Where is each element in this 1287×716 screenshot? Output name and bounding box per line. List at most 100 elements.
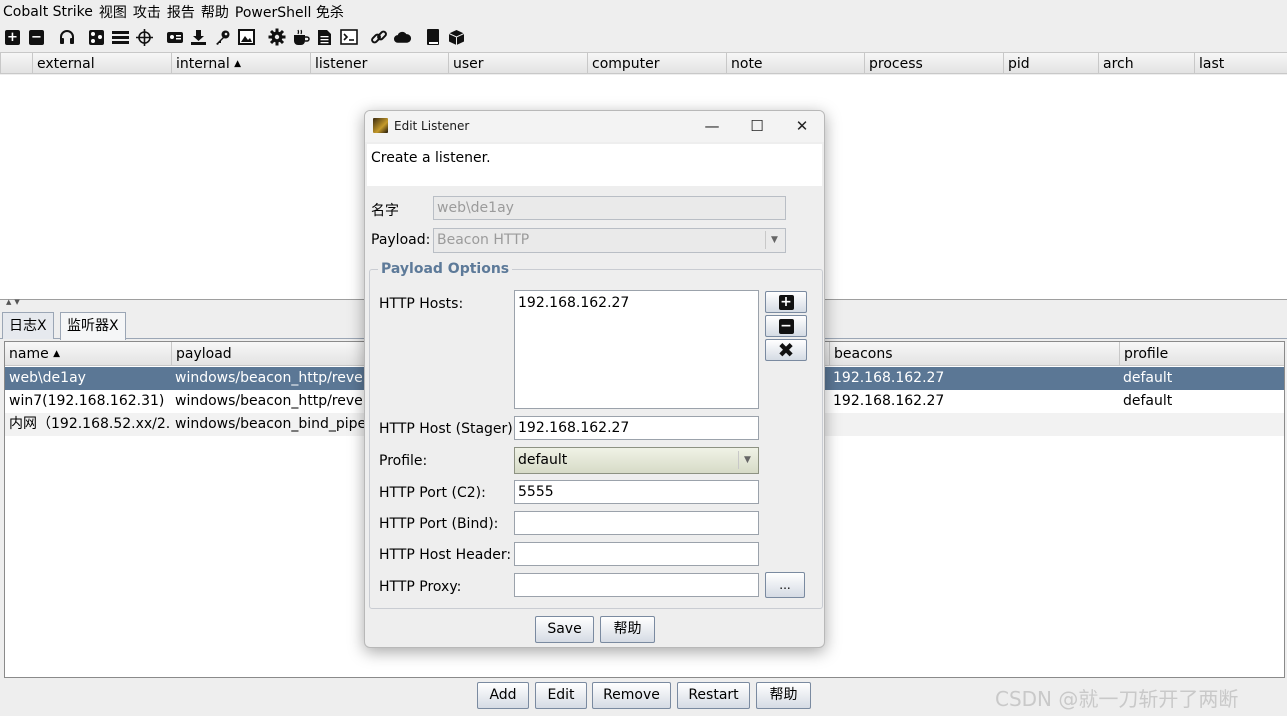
add-button[interactable]: Add [477,682,529,709]
book-icon[interactable] [423,28,442,47]
column-header-user[interactable]: user [448,53,587,74]
payload-options-title: Payload Options [378,261,513,277]
listener-profile: default [1123,370,1173,386]
column-header-listener[interactable]: listener [310,53,448,74]
tab-event-log[interactable]: 日志X [2,312,54,339]
http-proxy-label: HTTP Proxy: [379,579,462,595]
package-icon[interactable] [447,28,466,47]
terminal-icon[interactable] [339,28,358,47]
clear-hosts-button[interactable]: ✖ [765,339,807,361]
coffee-icon[interactable] [291,28,310,47]
screenshot-icon[interactable] [237,28,256,47]
menu-reporting[interactable]: 报告 [167,2,195,22]
document-icon[interactable] [315,28,334,47]
column-header-arch[interactable]: arch [1098,53,1194,74]
http-host-stager-field[interactable]: 192.168.162.27 [514,416,759,440]
http-port-c2-field[interactable]: 5555 [514,480,759,504]
listener-name: web\de1ay [9,370,86,386]
minimize-icon[interactable]: — [697,114,727,138]
close-icon[interactable]: ✕ [787,114,817,138]
targets-crosshair-icon[interactable] [135,28,154,47]
http-port-bind-label: HTTP Port (Bind): [379,516,499,532]
restart-button[interactable]: Restart [677,682,750,709]
profile-select[interactable]: default ▼ [514,447,759,474]
http-hosts-list[interactable]: 192.168.162.27 [514,290,759,409]
dialog-description: Create a listener. [367,144,822,186]
link-icon[interactable] [369,28,388,47]
dialog-titlebar[interactable]: Edit Listener — ☐ ✕ [365,111,824,142]
remove-host-button[interactable]: − [765,315,807,337]
toolbar: + − [0,24,1287,50]
column-header-process[interactable]: process [864,53,1003,74]
payload-select[interactable]: Beacon HTTP ▼ [433,228,786,253]
clear-x-icon: ✖ [777,338,795,362]
dialog-title: Edit Listener [394,119,470,133]
listener-profile [1119,413,1284,436]
profile-select-value: default [518,452,568,468]
column-header-internal-label: internal [176,56,230,72]
proxy-settings-button[interactable]: ... [765,572,805,598]
listener-profile: default [1123,393,1173,409]
name-field[interactable]: web\de1ay [433,196,786,220]
chevron-down-icon: ▼ [738,451,756,469]
column-header-note[interactable]: note [726,53,864,74]
listener-beacons [829,413,1119,436]
edit-button[interactable]: Edit [535,682,587,709]
plus-icon: + [778,294,794,310]
menu-bar: Cobalt Strike 视图 攻击 报告 帮助 PowerShell 免杀 [0,0,1287,23]
column-header-computer[interactable]: computer [587,53,726,74]
cloud-icon[interactable] [393,28,412,47]
listener-beacons: 192.168.162.27 [833,393,945,409]
column-header-internal[interactable]: internal ▲ [171,53,310,74]
payload-select-value: Beacon HTTP [437,232,530,248]
app-icon [373,118,388,133]
column-header-pid[interactable]: pid [1003,53,1098,74]
headphones-icon[interactable] [57,28,76,47]
chevron-down-icon: ▼ [765,231,783,249]
tab-listeners[interactable]: 监听器X [60,312,126,340]
http-host-header-field[interactable] [514,542,759,566]
maximize-icon[interactable]: ☐ [742,114,772,138]
column-header-profile[interactable]: profile [1119,342,1284,366]
session-table-icon[interactable] [111,28,130,47]
add-host-button[interactable]: + [765,291,807,313]
listener-beacons: 192.168.162.27 [833,370,945,386]
http-host-stager-label: HTTP Host (Stager): [379,421,518,437]
column-header-external[interactable]: external [32,53,171,74]
column-header-name-label: name [9,346,49,362]
column-header-name[interactable]: name ▲ [5,342,171,366]
profile-label: Profile: [379,453,428,469]
settings-gear-icon[interactable] [267,28,286,47]
http-hosts-label: HTTP Hosts: [379,296,464,312]
beacon-table-header: external internal ▲ listener user comput… [0,52,1287,74]
http-host-header-label: HTTP Host Header: [379,547,512,563]
remove-button[interactable]: Remove [592,682,671,709]
name-label: 名字 [371,203,399,219]
splitter-arrows-icon[interactable]: ▲▼ [6,298,23,306]
column-header-icon[interactable] [0,53,32,74]
http-proxy-field[interactable] [514,573,759,597]
plus-box-icon[interactable]: + [3,28,22,47]
help-button[interactable]: 帮助 [756,682,811,709]
menu-help[interactable]: 帮助 [201,2,229,22]
downloads-icon[interactable] [189,28,208,47]
key-icon[interactable] [213,28,232,47]
menu-attacks[interactable]: 攻击 [133,2,161,22]
save-button[interactable]: Save [535,616,594,643]
credentials-icon[interactable] [165,28,184,47]
menu-cobalt-strike[interactable]: Cobalt Strike [3,4,93,20]
http-port-bind-field[interactable] [514,511,759,535]
menu-view[interactable]: 视图 [99,2,127,22]
sort-ascending-icon: ▲ [234,59,242,69]
minus-icon: − [778,318,794,334]
menu-powershell[interactable]: PowerShell 免杀 [235,2,344,22]
payload-label: Payload: [371,232,431,248]
column-header-beacons[interactable]: beacons [829,342,1119,366]
column-header-last[interactable]: last [1194,53,1287,74]
listener-name: win7(192.168.162.31) [9,393,165,409]
minus-box-icon[interactable]: − [27,28,46,47]
help-button[interactable]: 帮助 [600,616,655,643]
edit-listener-dialog: Edit Listener — ☐ ✕ Create a listener. 名… [364,110,825,648]
pivot-graph-icon[interactable] [87,28,106,47]
http-port-c2-label: HTTP Port (C2): [379,485,486,501]
